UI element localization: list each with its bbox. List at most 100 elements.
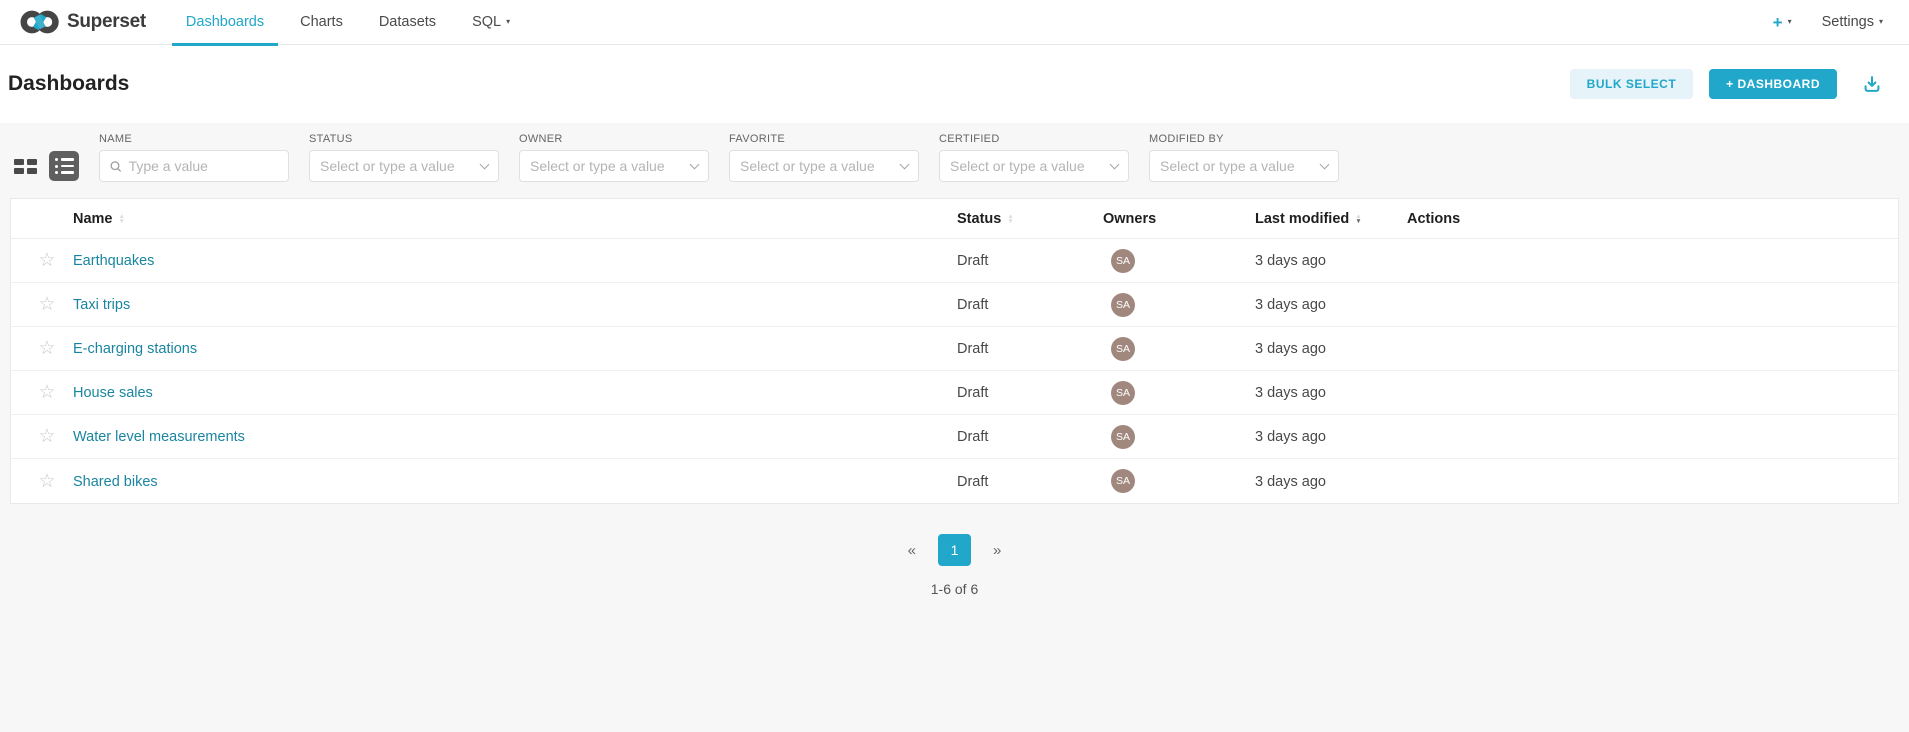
name-filter-input-box: [99, 150, 289, 182]
dashboard-name-link[interactable]: E-charging stations: [73, 341, 197, 357]
list-controls: NAME STATUS Select or type a value OWNER…: [0, 123, 1909, 182]
dashboards-table: Name▲▼ Status▲▼ Owners Last modified▲▼ A…: [10, 198, 1899, 504]
caret-down-icon: ▾: [1788, 18, 1792, 26]
chevron-down-icon: [690, 159, 700, 169]
owner-filter-select[interactable]: Select or type a value: [519, 150, 709, 182]
favorite-star-icon[interactable]: ☆: [38, 339, 55, 358]
superset-logo[interactable]: Superset: [20, 9, 146, 35]
favorite-star-icon[interactable]: ☆: [38, 295, 55, 314]
last-modified-value: 3 days ago: [1255, 297, 1326, 313]
import-dashboards-button[interactable]: [1861, 73, 1883, 95]
settings-label: Settings: [1822, 14, 1874, 30]
dashboard-name-link[interactable]: Earthquakes: [73, 253, 154, 269]
filter-label: OWNER: [519, 133, 709, 145]
filter-label: MODIFIED BY: [1149, 133, 1339, 145]
owner-avatar: SA: [1111, 293, 1135, 317]
filter-label: CERTIFIED: [939, 133, 1129, 145]
pagination: « 1 »: [0, 534, 1909, 566]
column-header-status[interactable]: Status▲▼: [957, 211, 1103, 227]
owner-avatar: SA: [1111, 337, 1135, 361]
last-modified-value: 3 days ago: [1255, 385, 1326, 401]
chevron-down-icon: [480, 159, 490, 169]
search-icon: [110, 160, 122, 173]
select-placeholder: Select or type a value: [530, 158, 684, 174]
favorite-filter-select[interactable]: Select or type a value: [729, 150, 919, 182]
dashboard-name-link[interactable]: Shared bikes: [73, 474, 158, 490]
nav-item-charts[interactable]: Charts: [282, 0, 361, 45]
view-mode-toggle: [14, 150, 79, 182]
dashboard-name-link[interactable]: Water level measurements: [73, 429, 245, 445]
settings-menu[interactable]: Settings ▾: [1822, 14, 1883, 30]
status-value: Draft: [957, 474, 988, 490]
pagination-summary: 1-6 of 6: [0, 581, 1909, 597]
owner-avatar: SA: [1111, 469, 1135, 493]
main-nav-tabs: Dashboards Charts Datasets SQL ▾: [168, 0, 528, 45]
page-1-button[interactable]: 1: [938, 534, 971, 566]
table-row: ☆ Water level measurements Draft SA 3 da…: [11, 415, 1898, 459]
sort-icon: ▲▼: [119, 214, 125, 224]
last-modified-value: 3 days ago: [1255, 341, 1326, 357]
nav-item-label: Dashboards: [186, 14, 264, 30]
card-view-icon[interactable]: [14, 159, 37, 174]
name-filter-input[interactable]: [129, 158, 278, 174]
dashboard-name-link[interactable]: Taxi trips: [73, 297, 130, 313]
column-header-name[interactable]: Name▲▼: [73, 211, 957, 227]
chevron-down-icon: [900, 159, 910, 169]
filters-bar: NAME STATUS Select or type a value OWNER…: [99, 133, 1339, 182]
nav-item-datasets[interactable]: Datasets: [361, 0, 454, 45]
chevron-down-icon: [1320, 159, 1330, 169]
owner-avatar: SA: [1111, 425, 1135, 449]
new-item-menu[interactable]: + ▾: [1773, 14, 1792, 31]
list-view-icon[interactable]: [49, 151, 79, 181]
status-value: Draft: [957, 341, 988, 357]
table-row: ☆ Taxi trips Draft SA 3 days ago: [11, 283, 1898, 327]
import-icon: [1861, 73, 1883, 95]
filter-modified-by: MODIFIED BY Select or type a value: [1149, 133, 1339, 182]
owner-avatar: SA: [1111, 249, 1135, 273]
nav-right-group: + ▾ Settings ▾: [1773, 14, 1883, 31]
bulk-select-button[interactable]: BULK SELECT: [1570, 69, 1694, 99]
status-filter-select[interactable]: Select or type a value: [309, 150, 499, 182]
brand-name: Superset: [67, 11, 146, 33]
status-value: Draft: [957, 429, 988, 445]
table-row: ☆ Earthquakes Draft SA 3 days ago: [11, 239, 1898, 283]
owner-avatar: SA: [1111, 381, 1135, 405]
nav-item-label: SQL: [472, 14, 501, 30]
filter-certified: CERTIFIED Select or type a value: [939, 133, 1129, 182]
prev-page-button[interactable]: «: [908, 542, 916, 559]
nav-item-sql[interactable]: SQL ▾: [454, 0, 528, 45]
nav-item-dashboards[interactable]: Dashboards: [168, 0, 282, 45]
page-title: Dashboards: [8, 72, 129, 96]
status-value: Draft: [957, 385, 988, 401]
filter-owner: OWNER Select or type a value: [519, 133, 709, 182]
modified-by-filter-select[interactable]: Select or type a value: [1149, 150, 1339, 182]
plus-icon: +: [1773, 14, 1783, 31]
filter-favorite: FAVORITE Select or type a value: [729, 133, 919, 182]
caret-down-icon: ▾: [1879, 18, 1883, 26]
favorite-star-icon[interactable]: ☆: [38, 251, 55, 270]
filter-label: NAME: [99, 133, 289, 145]
caret-down-icon: ▾: [506, 18, 510, 26]
nav-item-label: Datasets: [379, 14, 436, 30]
table-body: ☆ Earthquakes Draft SA 3 days ago ☆ Taxi…: [11, 239, 1898, 503]
superset-infinity-icon: [20, 9, 60, 35]
header-actions: BULK SELECT + DASHBOARD: [1570, 69, 1883, 99]
dashboard-name-link[interactable]: House sales: [73, 385, 153, 401]
column-header-owners: Owners: [1103, 211, 1156, 227]
top-nav: Superset Dashboards Charts Datasets SQL …: [0, 0, 1909, 45]
favorite-star-icon[interactable]: ☆: [38, 472, 55, 491]
nav-item-label: Charts: [300, 14, 343, 30]
favorite-star-icon[interactable]: ☆: [38, 383, 55, 402]
select-placeholder: Select or type a value: [740, 158, 894, 174]
select-placeholder: Select or type a value: [1160, 158, 1314, 174]
sort-icon: ▲▼: [1007, 214, 1013, 224]
status-value: Draft: [957, 297, 988, 313]
last-modified-value: 3 days ago: [1255, 474, 1326, 490]
page-header: Dashboards BULK SELECT + DASHBOARD: [0, 45, 1909, 123]
new-dashboard-button[interactable]: + DASHBOARD: [1709, 69, 1837, 99]
favorite-star-icon[interactable]: ☆: [38, 427, 55, 446]
certified-filter-select[interactable]: Select or type a value: [939, 150, 1129, 182]
table-row: ☆ House sales Draft SA 3 days ago: [11, 371, 1898, 415]
next-page-button[interactable]: »: [993, 542, 1001, 559]
column-header-last-modified[interactable]: Last modified▲▼: [1255, 211, 1407, 227]
